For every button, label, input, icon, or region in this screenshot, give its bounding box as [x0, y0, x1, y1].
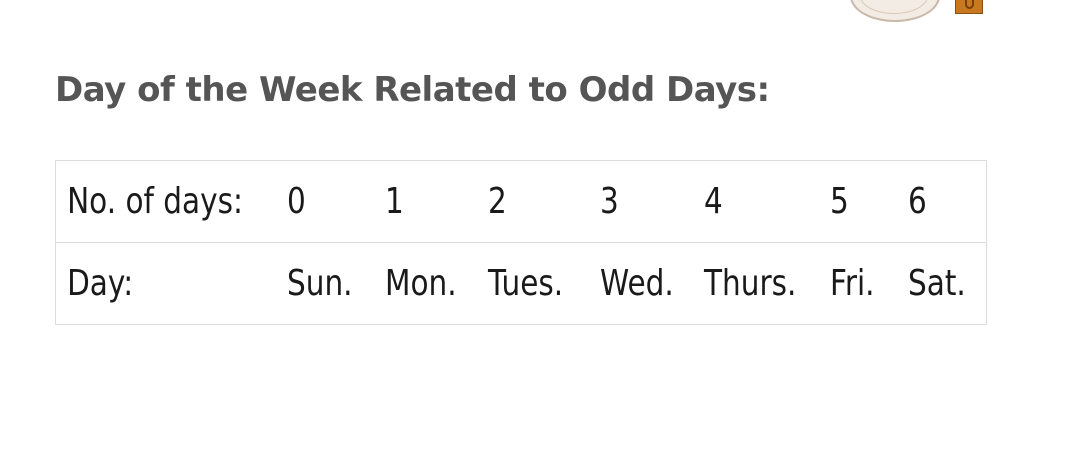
table-row-number-of-days: No. of days: 0 1 2 3 4 5 6 — [56, 161, 987, 243]
table-cell: Tues. — [488, 242, 580, 325]
table-cell: 6 — [908, 181, 927, 222]
table-cell: Fri. — [830, 242, 894, 325]
table-cell: Mon. — [385, 242, 470, 325]
table-cell: Sat. — [908, 242, 973, 325]
table-cell: 1 — [385, 181, 404, 222]
row-label: Day: — [55, 242, 246, 325]
table-cell: 3 — [600, 181, 619, 222]
table-cell: Sun. — [287, 242, 368, 325]
table-cell: 2 — [488, 181, 507, 222]
section-heading: Day of the Week Related to Odd Days: — [55, 70, 770, 110]
bookmark-icon-inner — [965, 0, 974, 9]
odd-days-table: No. of days: 0 1 2 3 4 5 6 Day: Sun. Mon… — [55, 160, 987, 325]
table-cell: 4 — [704, 181, 723, 222]
table-row-day: Day: Sun. Mon. Tues. Wed. Thurs. Fri. Sa… — [55, 242, 987, 325]
table-cell: Wed. — [600, 242, 686, 325]
seal-logo-icon — [850, 0, 940, 22]
table-cell: 5 — [830, 181, 849, 222]
table-cell: Thurs. — [704, 242, 808, 325]
bookmark-icon[interactable] — [955, 0, 983, 14]
row-label: No. of days: — [66, 181, 243, 222]
table-cell: 0 — [287, 181, 306, 222]
